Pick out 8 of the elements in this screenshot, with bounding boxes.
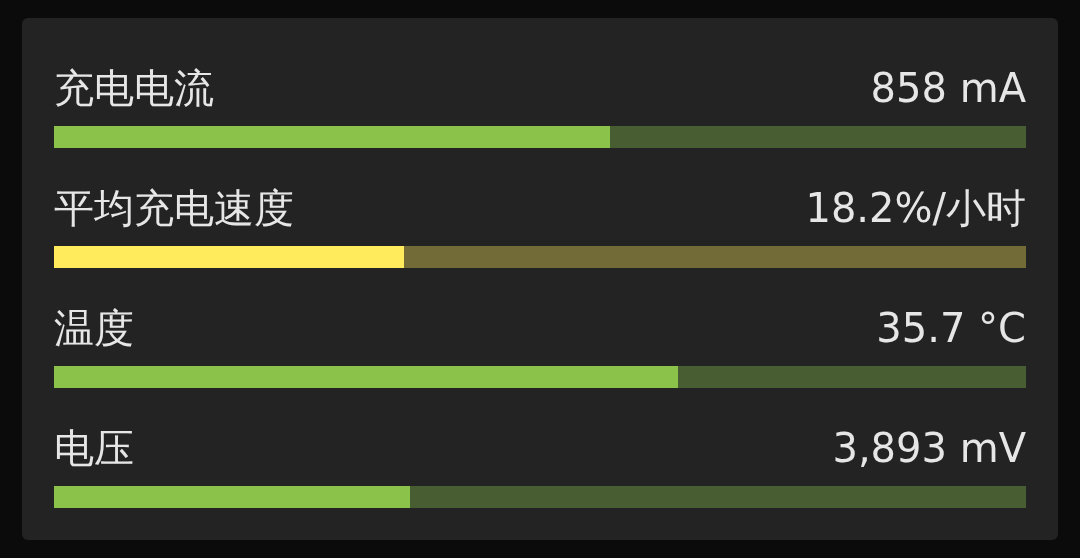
stat-reading: 858 mA — [870, 65, 1026, 111]
stat-reading: 18.2%/小时 — [805, 183, 1026, 233]
stat-label: 平均充电速度 — [54, 183, 294, 233]
stat-label: 温度 — [54, 303, 134, 353]
stat-label: 电压 — [54, 423, 134, 473]
stat-reading: 3,893 mV — [832, 425, 1026, 471]
stat-label: 充电电流 — [54, 63, 214, 113]
stat-reading: 35.7 °C — [876, 305, 1026, 351]
